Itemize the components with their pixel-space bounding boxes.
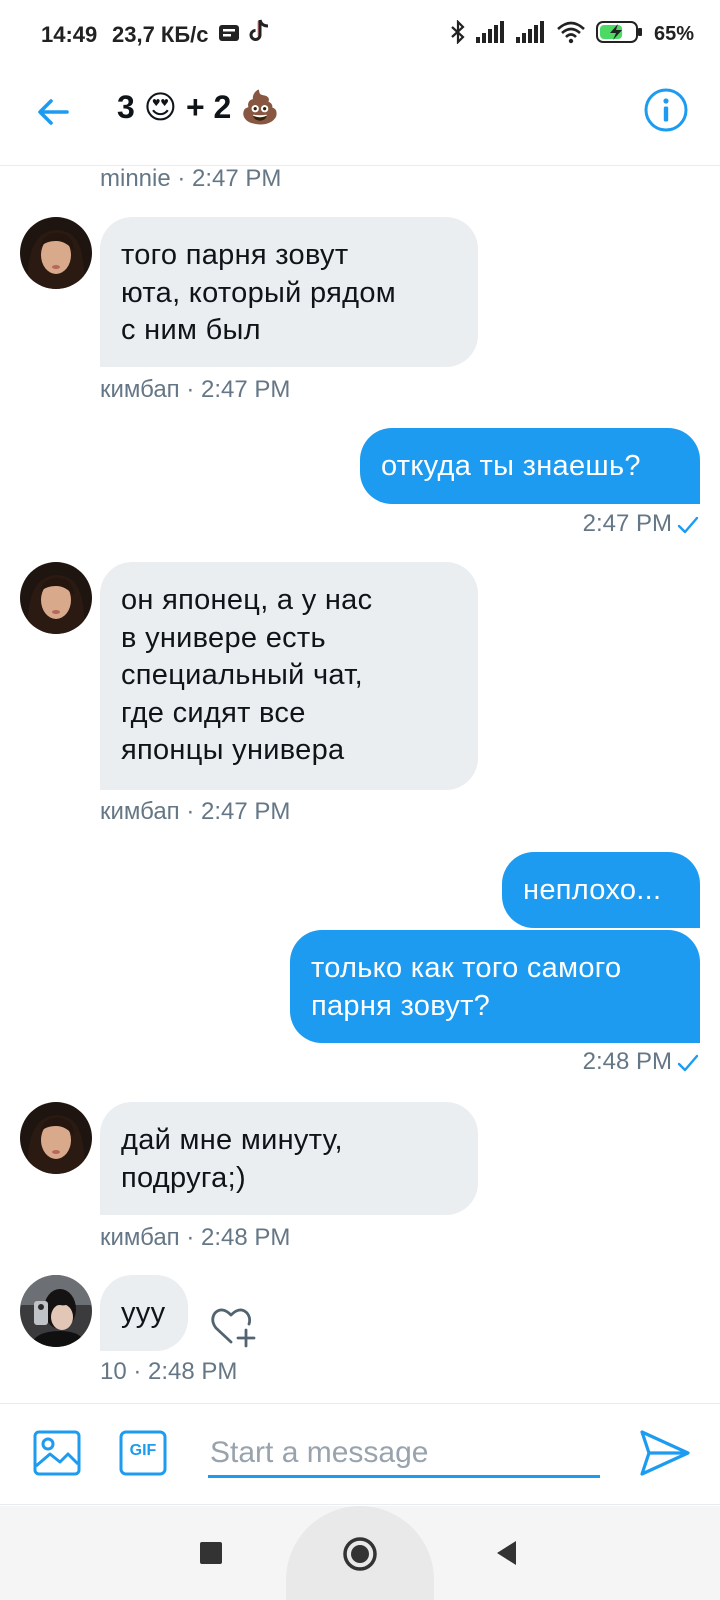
add-image-button[interactable] <box>32 1428 82 1478</box>
avatar[interactable] <box>20 1102 92 1174</box>
message-line: в универе есть <box>121 621 326 654</box>
checkmark-icon <box>677 1054 699 1071</box>
message-bubble-outgoing[interactable]: откуда ты знаешь? <box>360 428 700 504</box>
message-line: где сидят все <box>121 696 306 729</box>
add-gif-button[interactable]: GIF <box>118 1428 168 1478</box>
arrow-left-icon <box>38 99 69 125</box>
home-button[interactable] <box>342 1536 378 1577</box>
message-composer: GIF <box>0 1403 720 1505</box>
image-icon <box>33 1430 81 1476</box>
message-line: он японец, а у нас <box>121 584 373 616</box>
network-speed: 23,7 КБ/с <box>112 22 209 47</box>
message-meta: кимбап · 2:48 PM <box>100 1224 291 1251</box>
circle-home-icon <box>343 1537 377 1571</box>
message-line: дай мне минуту, <box>121 1124 343 1156</box>
message-meta: 2:48 PM <box>583 1048 700 1076</box>
message-line: с ним был <box>121 314 261 346</box>
message-line: специальный чат, <box>121 659 363 691</box>
system-nav-bar <box>0 1506 720 1600</box>
like-button[interactable] <box>210 1304 258 1348</box>
message-bubble-incoming[interactable]: дай мне минуту, подруга;) <box>100 1102 478 1215</box>
signal-icon <box>475 21 506 48</box>
message-meta: 2:47 PM <box>583 510 700 538</box>
message-line: откуда ты знаешь? <box>381 450 641 482</box>
info-button[interactable] <box>643 87 689 133</box>
message-bubble-outgoing[interactable]: только как того самого парня зовут? <box>290 930 700 1043</box>
message-line: ууу <box>121 1297 166 1329</box>
tiktok-icon <box>248 18 270 51</box>
square-recents-icon <box>200 1542 222 1564</box>
message-line: подруга;) <box>121 1161 246 1194</box>
message-line: только как того самого <box>311 952 622 984</box>
battery-charging-icon <box>595 21 644 48</box>
status-bar: 14:49 23,7 КБ/с 65% <box>0 0 720 70</box>
battery-percent: 65% <box>653 23 694 45</box>
heart-add-icon <box>211 1308 256 1348</box>
avatar[interactable] <box>20 217 92 289</box>
message-line: того парня зовут <box>121 239 349 271</box>
triangle-back-icon <box>497 1541 516 1565</box>
message-bubble-incoming[interactable]: того парня зовут юта, который рядом с ни… <box>100 217 478 367</box>
message-meta: 10 · 2:48 PM <box>100 1358 238 1385</box>
recents-button[interactable] <box>198 1540 224 1571</box>
checkmark-icon <box>677 516 699 533</box>
message-line: парня зовут? <box>311 989 491 1022</box>
avatar[interactable] <box>20 562 92 634</box>
back-button[interactable] <box>34 92 74 132</box>
wifi-icon <box>556 20 586 49</box>
message-meta: кимбап · 2:47 PM <box>100 376 291 403</box>
info-icon <box>644 88 688 132</box>
message-icon <box>218 24 240 49</box>
message-line: неплохо... <box>523 874 662 906</box>
message-bubble-incoming[interactable]: ууу <box>100 1275 188 1351</box>
send-icon <box>640 1430 690 1476</box>
gif-label: GIF <box>129 1442 157 1459</box>
message-bubble-incoming[interactable]: он японец, а у нас в универе есть специа… <box>100 562 478 790</box>
conversation-header: 3 😍 + 2 💩 <box>0 70 720 166</box>
message-line: японцы универа <box>121 734 345 766</box>
bluetooth-icon <box>450 19 466 49</box>
message-line: юта, который рядом <box>121 276 397 309</box>
message-bubble-outgoing[interactable]: неплохо... <box>502 852 700 928</box>
message-meta: кимбап · 2:47 PM <box>100 798 291 825</box>
message-time: 2:47 PM <box>582 510 672 537</box>
conversation-title[interactable]: 3 😍 + 2 💩 <box>117 88 280 126</box>
status-time: 14:49 <box>41 22 98 47</box>
signal-icon <box>515 21 546 48</box>
send-button[interactable] <box>638 1426 692 1480</box>
message-meta: minnie · 2:47 PM <box>100 165 282 192</box>
back-nav-button[interactable] <box>494 1539 520 1572</box>
message-input[interactable] <box>208 1430 600 1478</box>
avatar[interactable] <box>20 1275 92 1347</box>
message-time: 2:48 PM <box>582 1048 672 1075</box>
